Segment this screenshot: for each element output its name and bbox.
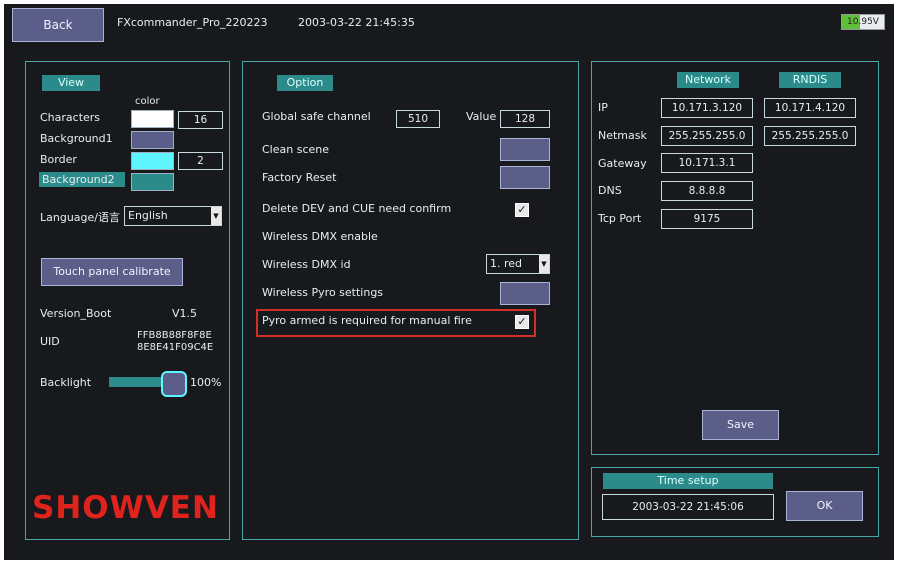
background2-color-swatch[interactable] [131,173,174,191]
version-boot-value: V1.5 [172,307,198,320]
language-select[interactable]: English ▼ [124,206,222,226]
characters-color-swatch[interactable] [131,110,174,128]
screen: Back FXcommander_Pro_220223 2003-03-22 2… [4,4,894,560]
factory-reset-label: Factory Reset [262,171,337,184]
backlight-value: 100% [190,376,222,389]
touch-panel-calibrate-button[interactable]: Touch panel calibrate [41,258,183,286]
dns-label: DNS [598,184,622,197]
background2-label: Background2 [39,172,125,187]
wireless-dmx-id-value: 1. red [490,257,523,270]
save-button[interactable]: Save [702,410,779,440]
background1-label: Background1 [40,132,113,145]
color-header: color [135,96,160,107]
netmask-label: Netmask [598,129,647,142]
wireless-dmx-id-select[interactable]: 1. red ▼ [486,254,550,274]
rndis-netmask-field[interactable]: 255.255.255.0 [764,126,856,146]
ip-label: IP [598,101,608,114]
time-setup-tab: Time setup [603,473,773,489]
clean-scene-label: Clean scene [262,143,329,156]
global-safe-channel-label: Global safe channel [262,110,371,123]
header-datetime: 2003-03-22 21:45:35 [298,16,415,29]
ok-button[interactable]: OK [786,491,863,521]
backlight-slider-handle[interactable] [161,371,187,397]
version-boot-label: Version_Boot [40,307,112,320]
tcp-port-field[interactable]: 9175 [661,209,753,229]
value-field[interactable]: 128 [500,110,550,128]
border-width-field[interactable]: 2 [178,152,223,170]
chevron-down-icon: ▼ [211,207,221,225]
delete-confirm-checkbox[interactable]: ✓ [515,203,529,217]
background1-color-swatch[interactable] [131,131,174,149]
language-value: English [128,209,168,222]
uid-value-line2: 8E8E41F09C4E [137,342,214,353]
netmask-field[interactable]: 255.255.255.0 [661,126,753,146]
gateway-label: Gateway [598,157,647,170]
network-tab: Network [677,72,739,88]
border-label: Border [40,153,77,166]
factory-reset-button[interactable] [500,166,550,189]
rndis-ip-field[interactable]: 10.171.4.120 [764,98,856,118]
gateway-field[interactable]: 10.171.3.1 [661,153,753,173]
battery-indicator: 10.95V [841,14,885,30]
language-label: Language/语言 [40,211,120,224]
view-tab: View [42,75,100,91]
uid-value-line1: FFB8B88F8F8E [137,330,212,341]
value-label: Value [466,110,497,123]
backlight-label: Backlight [40,376,92,389]
app-title: FXcommander_Pro_220223 [117,16,268,29]
delete-confirm-label: Delete DEV and CUE need confirm [262,202,452,215]
battery-voltage: 10.95V [847,17,879,27]
wireless-dmx-enable-label: Wireless DMX enable [262,230,378,243]
border-color-swatch[interactable] [131,152,174,170]
showven-logo: SHOWVEN [32,490,219,526]
network-panel [591,61,879,455]
global-safe-channel-field[interactable]: 510 [396,110,440,128]
pyro-armed-checkbox[interactable]: ✓ [515,315,529,329]
back-button[interactable]: Back [12,8,104,42]
wireless-dmx-id-label: Wireless DMX id [262,258,351,271]
chevron-down-icon: ▼ [539,255,549,273]
wireless-pyro-settings-label: Wireless Pyro settings [262,286,384,299]
rndis-tab: RNDIS [779,72,841,88]
option-tab: Option [277,75,333,91]
dns-field[interactable]: 8.8.8.8 [661,181,753,201]
tcp-port-label: Tcp Port [598,212,642,225]
time-setup-field[interactable]: 2003-03-22 21:45:06 [602,494,774,520]
ip-field[interactable]: 10.171.3.120 [661,98,753,118]
clean-scene-button[interactable] [500,138,550,161]
uid-label: UID [40,335,60,348]
characters-label: Characters [40,111,101,124]
pyro-armed-label: Pyro armed is required for manual fire [262,314,472,327]
wireless-pyro-settings-button[interactable] [500,282,550,305]
characters-size-field[interactable]: 16 [178,111,223,129]
